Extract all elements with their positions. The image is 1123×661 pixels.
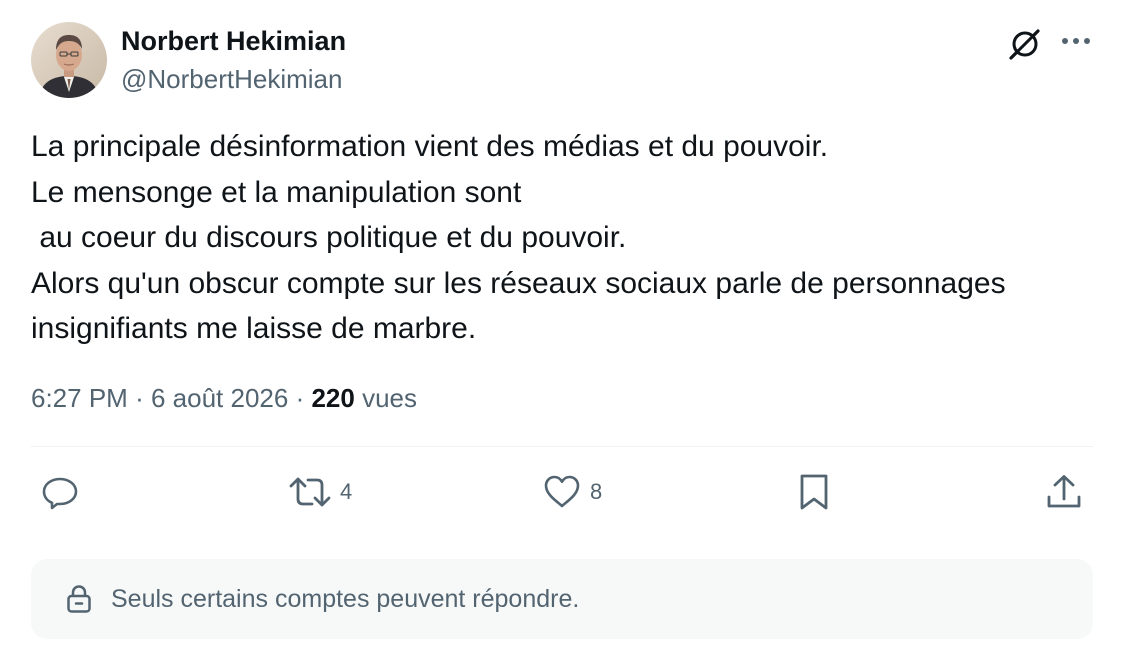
views-label: vues <box>362 383 418 413</box>
meta-separator: · <box>295 383 305 413</box>
reply-icon <box>42 477 78 510</box>
views-count: 220 <box>311 383 355 413</box>
author-name[interactable]: Norbert Hekimian <box>121 24 346 58</box>
grok-button[interactable] <box>1006 24 1044 62</box>
like-count: 8 <box>590 479 603 504</box>
meta-separator: · <box>135 383 144 413</box>
tweet-line: au coeur du discours politique et du pou… <box>31 221 627 254</box>
views-link[interactable]: 220 vues <box>311 383 417 413</box>
like-button[interactable]: 8 <box>542 470 602 514</box>
tweet-line: insignifiants me laisse de marbre. <box>31 312 477 345</box>
bookmark-button[interactable] <box>795 470 833 514</box>
lock-icon <box>67 585 91 613</box>
grok-icon <box>1009 29 1040 60</box>
tweet-meta: 6:27 PM · 6 août 2026 · 220 vues <box>31 380 417 416</box>
reply-button[interactable] <box>40 470 80 514</box>
heart-icon <box>544 475 580 508</box>
retweet-icon <box>289 477 331 507</box>
more-options-button[interactable] <box>1058 24 1094 60</box>
reply-restriction-text: Seuls certains comptes peuvent répondre. <box>111 585 580 613</box>
share-button[interactable] <box>1044 470 1084 514</box>
tweet-line: La principale désinformation vient des m… <box>31 130 829 163</box>
tweet-text: La principale désinformation vient des m… <box>31 124 1106 352</box>
tweet: Norbert Hekimian @NorbertHekimian La pri… <box>0 0 1123 661</box>
divider <box>31 446 1093 447</box>
reply-restriction-notice: Seuls certains comptes peuvent répondre. <box>31 559 1093 639</box>
more-icon <box>1062 38 1090 44</box>
share-icon <box>1047 475 1081 508</box>
bookmark-icon <box>800 474 828 510</box>
avatar-photo <box>31 22 107 98</box>
tweet-line: Le mensonge et la manipulation sont <box>31 175 522 209</box>
tweet-time[interactable]: 6:27 PM <box>31 383 128 413</box>
avatar[interactable] <box>31 22 107 98</box>
retweet-count: 4 <box>340 479 353 504</box>
tweet-date[interactable]: 6 août 2026 <box>151 383 288 413</box>
retweet-button[interactable]: 4 <box>288 470 352 514</box>
author-handle[interactable]: @NorbertHekimian <box>121 62 342 96</box>
tweet-line: Alors qu'un obscur compte sur les réseau… <box>31 266 1006 300</box>
